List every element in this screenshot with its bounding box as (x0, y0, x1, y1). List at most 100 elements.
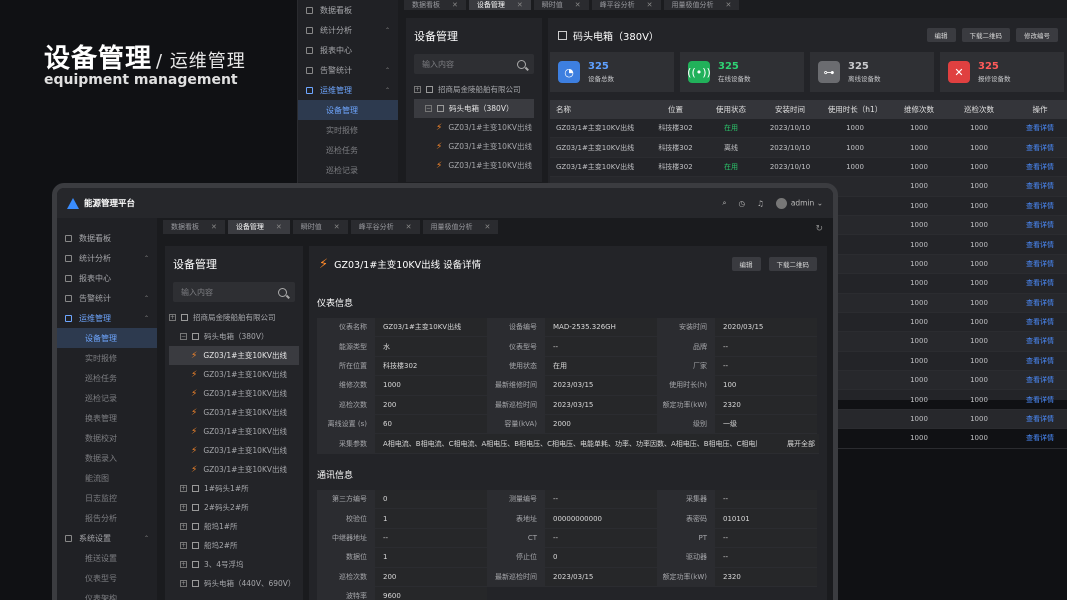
tree-node[interactable]: ⚡ GZ03/1#主变10KV出线 (169, 441, 299, 460)
sidebar-item-4[interactable]: 运维管理 ⌃ (298, 80, 398, 100)
sidebar-item-1[interactable]: 统计分析 ⌃ (298, 20, 398, 40)
expand-all-link[interactable]: 展开全部 (757, 434, 819, 453)
expand-icon[interactable]: + (414, 86, 421, 93)
sidebar-subitem-7[interactable]: 巡检任务 (298, 140, 398, 160)
view-detail-link[interactable]: 查看详情 (1006, 143, 1067, 153)
action-button-1[interactable]: 下载二维码 (961, 28, 1010, 42)
view-detail-link[interactable]: 查看详情 (1006, 259, 1067, 269)
bell-icon[interactable]: ♫ (757, 199, 764, 208)
tree-node[interactable]: +1#码头1#所 (169, 479, 299, 498)
action-button-0[interactable]: 编辑 (926, 28, 956, 42)
sidebar-subitem-12[interactable]: 能流图 (57, 468, 157, 488)
tree-node[interactable]: + 码头电箱（440V、690V） (169, 574, 299, 593)
action-button-0[interactable]: 编辑 (731, 257, 761, 271)
tree-node[interactable]: + 招商局金陵船舶有限公司 (414, 80, 534, 99)
sidebar-item-1[interactable]: 统计分析 ⌃ (57, 248, 157, 268)
tree-node[interactable]: − 码头电箱（380V） (414, 99, 534, 118)
view-detail-link[interactable]: 查看详情 (1006, 433, 1067, 443)
view-detail-link[interactable]: 查看详情 (1006, 317, 1067, 327)
expand-icon[interactable]: + (180, 542, 187, 549)
tree-node[interactable]: ⚡ GZ03/1#主变10KV出线 (169, 422, 299, 441)
sidebar-subitem-13[interactable]: 日志监控 (57, 488, 157, 508)
expand-icon[interactable]: + (180, 485, 187, 492)
tab-4[interactable]: 用量极值分析 ✕ (422, 220, 499, 234)
sidebar-item-0[interactable]: 数据看板 (57, 228, 157, 248)
sidebar-subitem-7[interactable]: 巡检任务 (57, 368, 157, 388)
action-button-1[interactable]: 下载二维码 (768, 257, 817, 271)
sidebar-subitem-6[interactable]: 实时报修 (57, 348, 157, 368)
tree-node[interactable]: ⚡ GZ03/1#主变10KV出线 (169, 403, 299, 422)
view-detail-link[interactable]: 查看详情 (1006, 356, 1067, 366)
sidebar-subitem-8[interactable]: 巡检记录 (57, 388, 157, 408)
user-menu[interactable]: admin ⌄ (775, 197, 823, 209)
sidebar-subitem-10[interactable]: 数据校对 (57, 428, 157, 448)
search-icon[interactable] (517, 59, 526, 69)
tab-2[interactable]: 瞬时值 ✕ (292, 220, 348, 234)
expand-icon[interactable]: + (180, 580, 187, 587)
sidebar-item-3[interactable]: 告警统计 ⌃ (57, 288, 157, 308)
view-detail-link[interactable]: 查看详情 (1006, 181, 1067, 191)
tab-3[interactable]: 峰平谷分析 ✕ (591, 0, 661, 10)
tab-4[interactable]: 用量极值分析 ✕ (663, 0, 740, 10)
tab-3[interactable]: 峰平谷分析 ✕ (350, 220, 420, 234)
help-icon[interactable]: ◷ (739, 199, 746, 208)
sidebar-subitem-8[interactable]: 巡检记录 (298, 160, 398, 180)
expand-icon[interactable]: + (169, 314, 176, 321)
sidebar-item-3[interactable]: 告警统计 ⌃ (298, 60, 398, 80)
sidebar-subitem-18[interactable]: 仪表架构 (57, 588, 157, 600)
collapse-icon[interactable]: − (180, 333, 187, 340)
tab-2[interactable]: 瞬时值 ✕ (533, 0, 589, 10)
view-detail-link[interactable]: 查看详情 (1006, 395, 1067, 405)
sidebar-item-0[interactable]: 数据看板 (298, 0, 398, 20)
close-icon[interactable]: ✕ (276, 223, 282, 231)
close-icon[interactable]: ✕ (406, 223, 412, 231)
tree-node[interactable]: + 船坞2#所 (169, 536, 299, 555)
tree-node[interactable]: + 船坞1#所 (169, 517, 299, 536)
sidebar-item-2[interactable]: 报表中心 (57, 268, 157, 288)
action-button-2[interactable]: 修改编号 (1016, 28, 1058, 42)
tree-node[interactable]: ⚡ GZ03/1#主变10KV出线 (414, 156, 534, 175)
close-icon[interactable]: ✕ (452, 1, 458, 9)
view-detail-link[interactable]: 查看详情 (1006, 201, 1067, 211)
tree-node[interactable]: ⚡ GZ03/1#主变10KV出线 (414, 118, 534, 137)
view-detail-link[interactable]: 查看详情 (1006, 123, 1067, 133)
close-icon[interactable]: ✕ (517, 1, 523, 9)
search-icon[interactable]: ⌕ (722, 198, 726, 208)
sidebar-subitem-14[interactable]: 报告分析 (57, 508, 157, 528)
sidebar-subitem-5[interactable]: 设备管理 (57, 328, 157, 348)
sidebar-subitem-6[interactable]: 实时报修 (298, 120, 398, 140)
view-detail-link[interactable]: 查看详情 (1006, 278, 1067, 288)
close-icon[interactable]: ✕ (211, 223, 217, 231)
tree-node[interactable]: +2#码头2#所 (169, 498, 299, 517)
view-detail-link[interactable]: 查看详情 (1006, 414, 1067, 424)
sidebar-item-15[interactable]: 系统设置 ⌃ (57, 528, 157, 548)
refresh-icon[interactable]: ↻ (815, 224, 823, 234)
tree-node[interactable]: ⚡ GZ03/1#主变10KV出线 (169, 365, 299, 384)
view-detail-link[interactable]: 查看详情 (1006, 336, 1067, 346)
tree-node[interactable]: ⚡ GZ03/1#主变10KV出线 (169, 460, 299, 479)
sidebar-item-4[interactable]: 运维管理 ⌃ (57, 308, 157, 328)
close-icon[interactable]: ✕ (334, 223, 340, 231)
tab-0[interactable]: 数据看板 ✕ (404, 0, 466, 10)
tree-node[interactable]: +3、4号浮坞 (169, 555, 299, 574)
sidebar-subitem-9[interactable]: 换表管理 (57, 408, 157, 428)
sidebar-subitem-5[interactable]: 设备管理 (298, 100, 398, 120)
expand-icon[interactable]: + (180, 504, 187, 511)
close-icon[interactable]: ✕ (485, 223, 491, 231)
tree-node[interactable]: + 招商局金陵船舶有限公司 (169, 308, 299, 327)
front-search-input[interactable]: 输入内容 (173, 282, 295, 302)
tree-node[interactable]: ⚡ GZ03/1#主变10KV出线 (169, 346, 299, 365)
tree-node[interactable]: ⚡ GZ03/1#主变10KV出线 (414, 137, 534, 156)
sidebar-subitem-17[interactable]: 仪表型号 (57, 568, 157, 588)
view-detail-link[interactable]: 查看详情 (1006, 298, 1067, 308)
tree-node[interactable]: − 码头电箱（380V） (169, 327, 299, 346)
tab-1[interactable]: 设备管理 ✕ (227, 220, 290, 234)
close-icon[interactable]: ✕ (575, 1, 581, 9)
expand-icon[interactable]: + (180, 523, 187, 530)
search-icon[interactable] (278, 287, 287, 297)
close-icon[interactable]: ✕ (726, 1, 732, 9)
view-detail-link[interactable]: 查看详情 (1006, 375, 1067, 385)
tab-0[interactable]: 数据看板 ✕ (163, 220, 225, 234)
sidebar-item-2[interactable]: 报表中心 (298, 40, 398, 60)
back-search-input[interactable]: 输入内容 (414, 54, 534, 74)
